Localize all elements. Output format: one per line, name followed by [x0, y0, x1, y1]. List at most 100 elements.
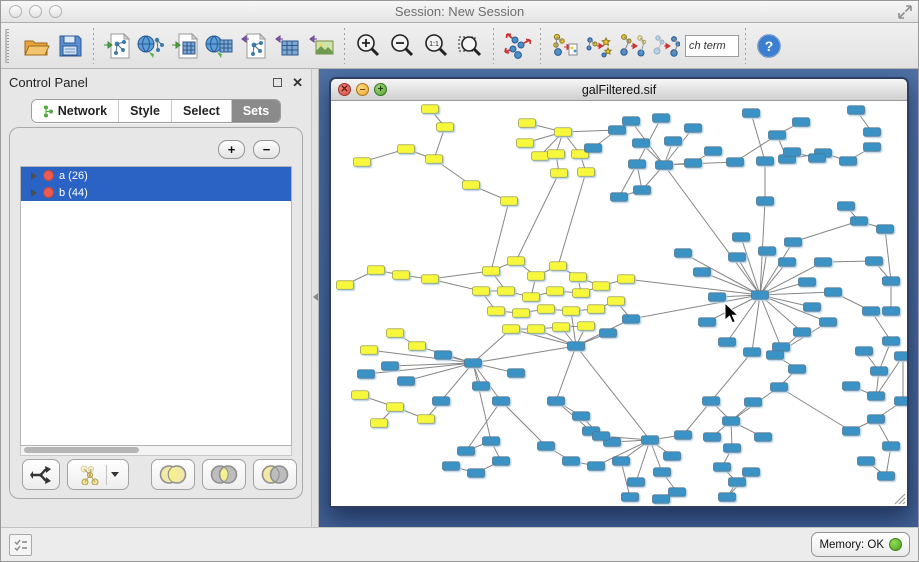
graph-node[interactable] — [799, 278, 816, 287]
graph-node[interactable] — [642, 436, 659, 445]
graph-node[interactable] — [517, 139, 534, 148]
graph-node[interactable] — [508, 369, 525, 378]
graph-node[interactable] — [513, 309, 530, 318]
graph-node[interactable] — [555, 128, 572, 137]
graph-node[interactable] — [547, 287, 564, 296]
graph-node[interactable] — [493, 457, 510, 466]
graph-node[interactable] — [714, 463, 731, 472]
close-panel-icon[interactable]: ✕ — [292, 76, 303, 89]
graph-node[interactable] — [664, 452, 681, 461]
graph-node[interactable] — [548, 397, 565, 406]
graph-node[interactable] — [838, 202, 855, 211]
network-frame-titlebar[interactable]: ✕ – + galFiltered.sif — [331, 79, 907, 101]
graph-node[interactable] — [629, 160, 646, 169]
graph-node[interactable] — [593, 282, 610, 291]
graph-node[interactable] — [473, 287, 490, 296]
graph-node[interactable] — [685, 124, 702, 133]
difference-networks-button[interactable] — [649, 28, 683, 64]
graph-node[interactable] — [548, 150, 565, 159]
union-sets-button[interactable] — [151, 459, 195, 490]
export-network-button[interactable] — [236, 28, 270, 64]
graph-node[interactable] — [578, 168, 595, 177]
toolbar-grabber[interactable] — [5, 29, 11, 63]
graph-node[interactable] — [503, 325, 520, 334]
graph-node[interactable] — [709, 293, 726, 302]
graph-node[interactable] — [729, 253, 746, 262]
graph-node[interactable] — [501, 197, 518, 206]
graph-node[interactable] — [468, 469, 485, 478]
frame-close-icon[interactable]: ✕ — [338, 83, 351, 96]
graph-node[interactable] — [352, 391, 369, 400]
graph-node[interactable] — [409, 342, 426, 351]
graph-node[interactable] — [694, 268, 711, 277]
graph-node[interactable] — [538, 305, 555, 314]
graph-node[interactable] — [759, 247, 776, 256]
graph-node[interactable] — [769, 131, 786, 140]
graph-node[interactable] — [443, 462, 460, 471]
graph-node[interactable] — [705, 147, 722, 156]
graph-node[interactable] — [337, 281, 354, 290]
graph-node[interactable] — [745, 398, 762, 407]
import-network-web-button[interactable] — [134, 28, 168, 64]
zoom-in-button[interactable] — [351, 28, 385, 64]
graph-node[interactable] — [553, 323, 570, 332]
graph-node[interactable] — [864, 128, 881, 137]
graph-node[interactable] — [435, 351, 452, 360]
graph-node[interactable] — [866, 257, 883, 266]
graph-node[interactable] — [570, 273, 587, 282]
import-network-file-button[interactable] — [100, 28, 134, 64]
graph-node[interactable] — [458, 447, 475, 456]
graph-node[interactable] — [563, 307, 580, 316]
graph-node[interactable] — [656, 161, 673, 170]
graph-node[interactable] — [883, 307, 900, 316]
tab-select[interactable]: Select — [172, 100, 232, 122]
split-set-button[interactable] — [22, 459, 60, 490]
graph-node[interactable] — [523, 293, 540, 302]
graph-node[interactable] — [593, 432, 610, 441]
graph-node[interactable] — [382, 362, 399, 371]
graph-node[interactable] — [387, 329, 404, 338]
graph-node[interactable] — [588, 462, 605, 471]
scrollbar-thumb[interactable] — [24, 447, 139, 453]
save-session-button[interactable] — [53, 28, 87, 64]
graph-node[interactable] — [767, 351, 784, 360]
graph-node[interactable] — [611, 193, 628, 202]
graph-node[interactable] — [422, 105, 439, 114]
graph-node[interactable] — [618, 275, 635, 284]
subnetwork-from-selection-button[interactable] — [547, 28, 581, 64]
difference-sets-button[interactable] — [253, 459, 297, 490]
graph-node[interactable] — [609, 126, 626, 135]
apply-layout-button[interactable] — [500, 28, 534, 64]
graph-node[interactable] — [789, 365, 806, 374]
graph-node[interactable] — [550, 262, 567, 271]
graph-node[interactable] — [733, 233, 750, 242]
graph-node[interactable] — [744, 348, 761, 357]
graph-node[interactable] — [883, 277, 900, 286]
frame-minimize-icon[interactable]: – — [356, 83, 369, 96]
graph-node[interactable] — [699, 318, 716, 327]
graph-node[interactable] — [463, 181, 480, 190]
graph-node[interactable] — [398, 377, 415, 386]
graph-node[interactable] — [685, 159, 702, 168]
graph-node[interactable] — [773, 343, 790, 352]
graph-node[interactable] — [878, 472, 895, 481]
graph-node[interactable] — [815, 258, 832, 267]
graph-node[interactable] — [488, 307, 505, 316]
graph-node[interactable] — [528, 272, 545, 281]
graph-node[interactable] — [809, 154, 826, 163]
graph-node[interactable] — [883, 337, 900, 346]
float-panel-icon[interactable] — [273, 78, 282, 87]
collapse-panel-icon[interactable] — [313, 293, 318, 301]
graph-node[interactable] — [613, 457, 630, 466]
graph-node[interactable] — [752, 291, 769, 300]
graph-node[interactable] — [779, 258, 796, 267]
graph-node[interactable] — [473, 382, 490, 391]
graph-node[interactable] — [868, 392, 885, 401]
graph-node[interactable] — [669, 488, 686, 497]
graph-node[interactable] — [634, 186, 651, 195]
add-set-button[interactable]: + — [218, 140, 245, 159]
graph-node[interactable] — [437, 123, 454, 132]
graph-node[interactable] — [675, 249, 692, 258]
graph-node[interactable] — [573, 289, 590, 298]
horizontal-scrollbar[interactable] — [20, 446, 292, 456]
